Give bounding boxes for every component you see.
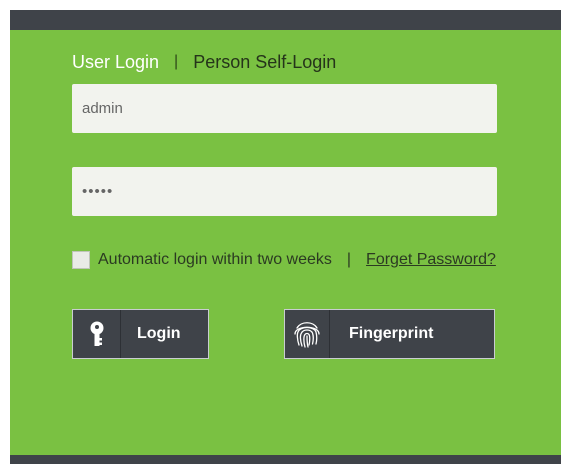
- fingerprint-icon: [285, 310, 330, 358]
- forget-password-link[interactable]: Forget Password?: [366, 251, 496, 269]
- username-input[interactable]: [72, 84, 497, 133]
- fingerprint-button[interactable]: Fingerprint: [284, 309, 495, 359]
- login-label: Login: [137, 325, 181, 342]
- login-options: Automatic login within two weeks | Forge…: [72, 249, 496, 271]
- auto-login-checkbox[interactable]: [72, 251, 90, 269]
- tab-person-self-login[interactable]: Person Self-Login: [193, 52, 336, 73]
- login-button[interactable]: Login: [72, 309, 209, 359]
- key-icon: [73, 310, 121, 358]
- tab-separator: |: [174, 53, 179, 70]
- login-tabs: User Login | Person Self-Login: [72, 50, 336, 74]
- fingerprint-label: Fingerprint: [349, 325, 434, 342]
- tab-user-login[interactable]: User Login: [72, 52, 159, 73]
- auto-login-label[interactable]: Automatic login within two weeks: [98, 251, 332, 269]
- options-separator: |: [346, 251, 352, 268]
- bottom-bar: [10, 455, 561, 464]
- top-bar: [10, 10, 561, 30]
- password-input[interactable]: [72, 167, 497, 216]
